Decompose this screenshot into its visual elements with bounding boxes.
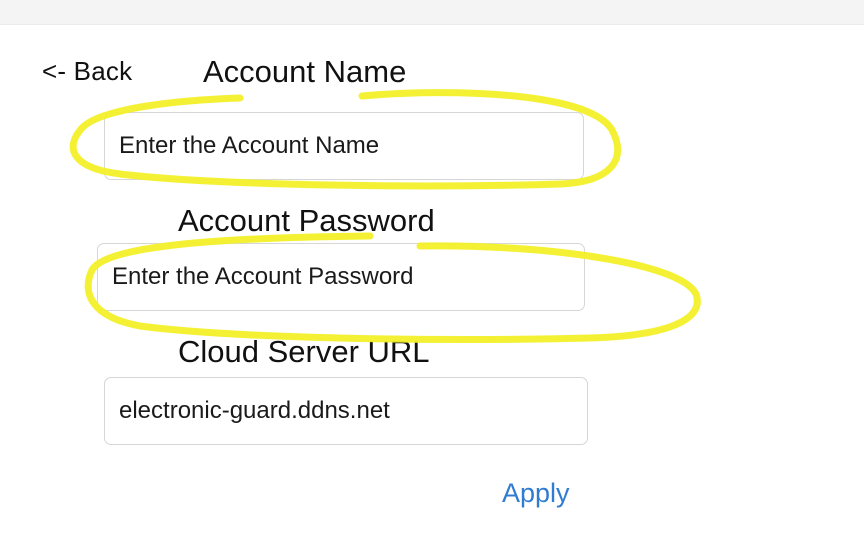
account-name-field[interactable] [104,112,584,180]
cloud-server-url-field[interactable] [104,377,588,445]
account-password-field[interactable] [97,243,585,311]
apply-button[interactable]: Apply [502,478,570,509]
account-password-label: Account Password [178,203,435,238]
account-settings-screen: <- Back Account Name Account Password Cl… [0,0,864,539]
top-bar [0,0,864,25]
cloud-server-url-label: Cloud Server URL [178,334,430,369]
account-name-label: Account Name [203,54,407,89]
back-button[interactable]: <- Back [42,56,132,87]
